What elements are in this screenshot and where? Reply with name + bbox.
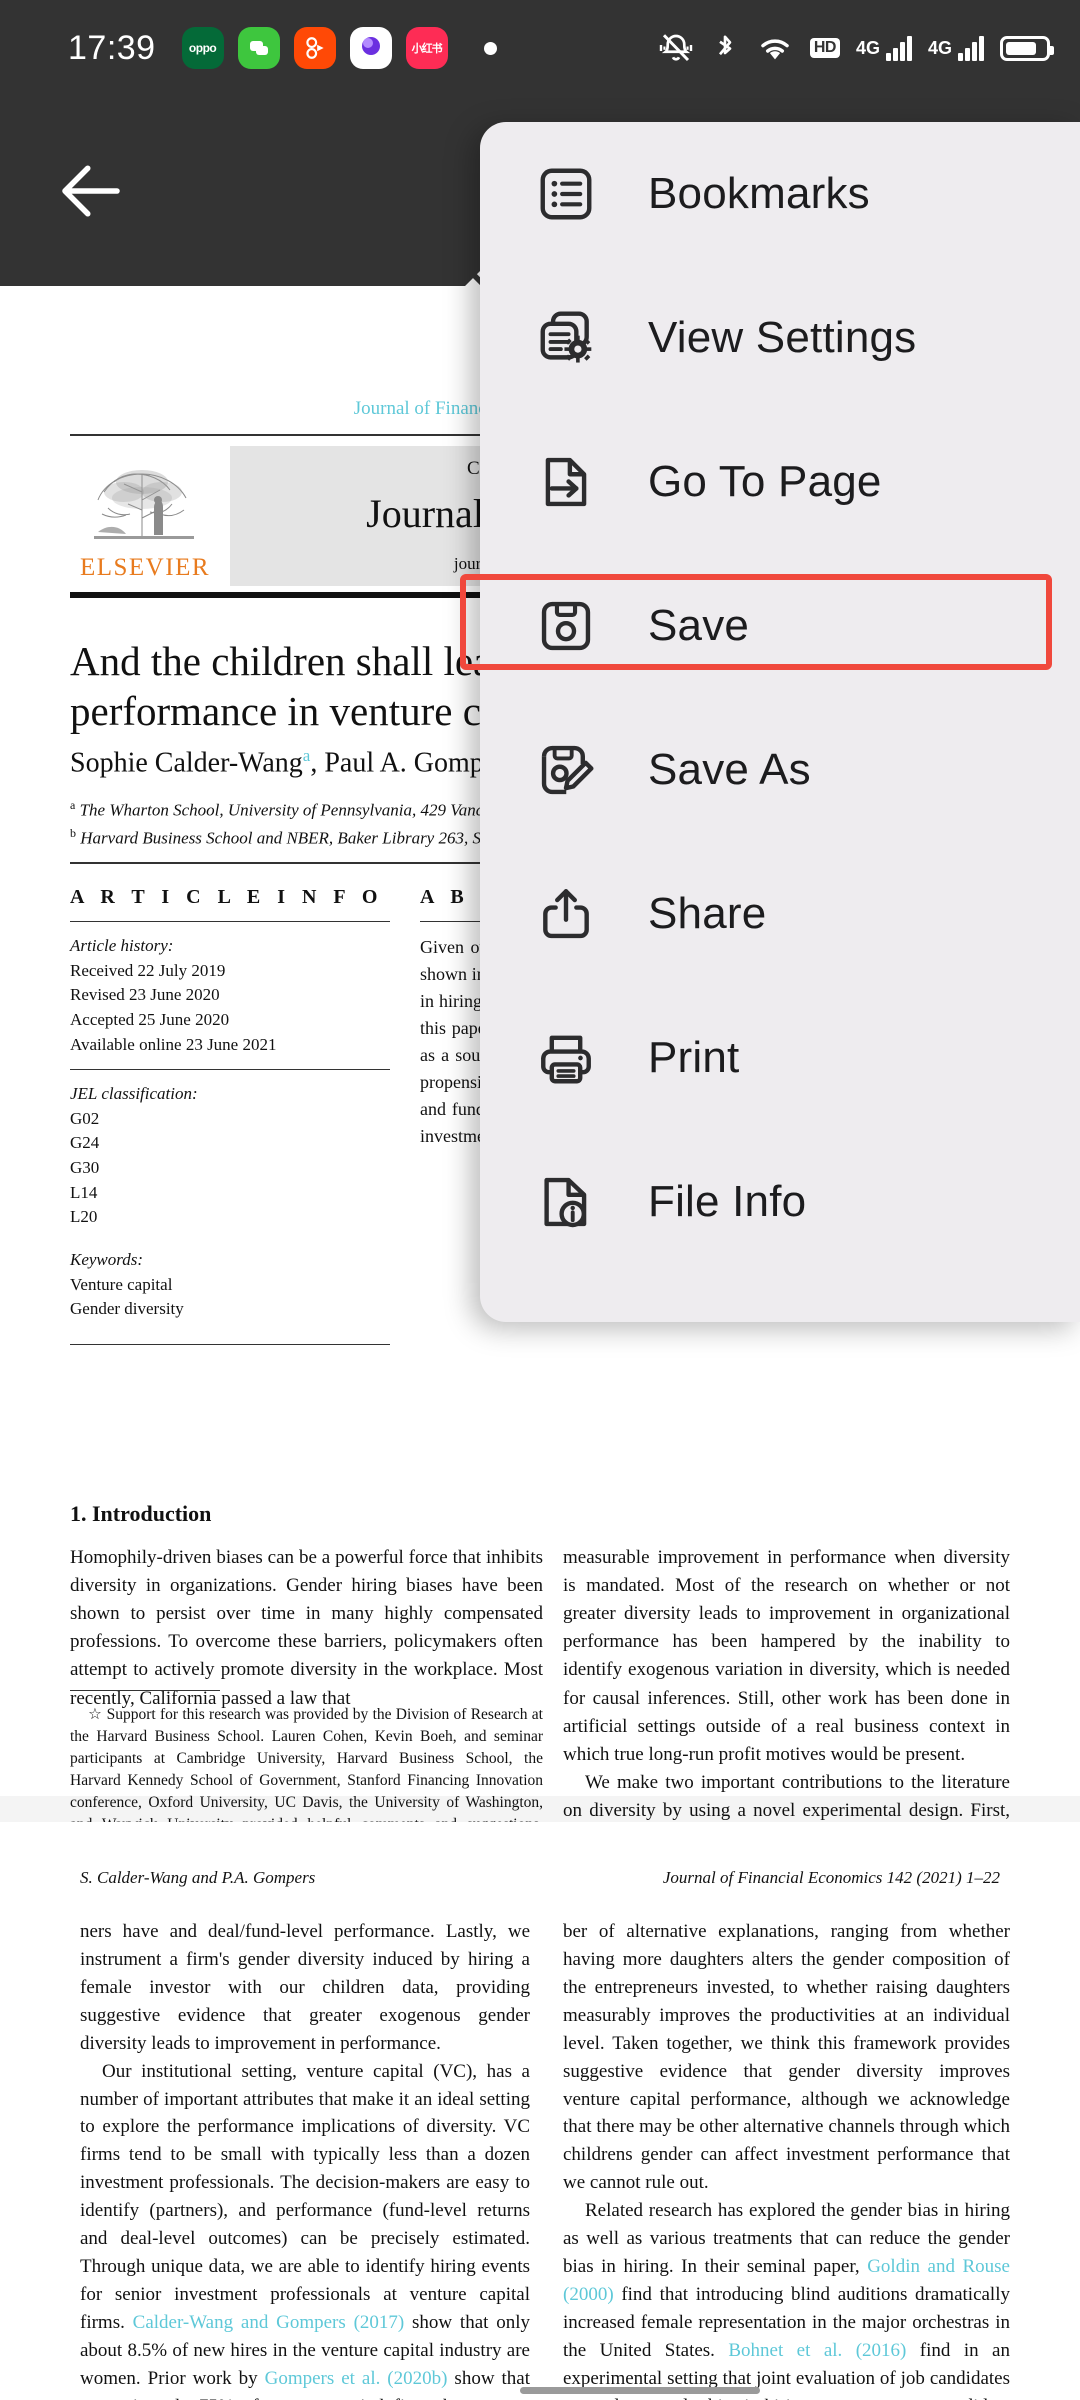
keywords-block: Keywords: Venture capital Gender diversi… [70, 1248, 390, 1322]
page2-left-p2: Our institutional setting, venture capit… [80, 2058, 530, 2400]
menu-item-print[interactable]: Print [480, 986, 1080, 1130]
citation-link-calder-wang-gompers-2017[interactable]: Calder-Wang and Gompers (2017) [133, 2312, 405, 2333]
xiaohongshu-app-icon-label: 小红书 [411, 43, 443, 55]
menu-item-save-as[interactable]: Save As [480, 698, 1080, 842]
jel-code-3: L14 [70, 1182, 98, 1202]
affiliation-b-marker: b [70, 826, 76, 840]
history-available: Available online 23 June 2021 [70, 1034, 277, 1054]
page2-right-p1: ber of alternative explanations, ranging… [563, 1921, 1010, 2194]
elsevier-logo: ELSEVIER [70, 446, 220, 586]
keywords-divider [70, 1343, 390, 1345]
author-1-name: Sophie Calder-Wang [70, 747, 303, 779]
hd-badge-icon: HD [809, 37, 840, 59]
page2-running-head-left: S. Calder-Wang and P.A. Gompers [80, 1868, 316, 1887]
page2-left-column: ners have and deal/fund-level performanc… [80, 1918, 530, 2400]
article-info-column: A R T I C L E I N F O Article history: R… [70, 886, 390, 1357]
introduction-heading: 1. Introduction [70, 1501, 212, 1526]
file-info-icon [532, 1168, 600, 1236]
status-bar-app-icons: oppo 小红书 [181, 27, 497, 69]
jel-label: JEL classification: [70, 1084, 198, 1104]
keywords-label: Keywords: [70, 1250, 144, 1270]
pdf-page-2: S. Calder-Wang and P.A. Gompers Journal … [0, 1822, 1080, 2400]
article-info-heading: A R T I C L E I N F O [70, 886, 384, 908]
signal-bars-icon-1 [885, 35, 912, 61]
article-info-divider [70, 921, 390, 922]
jel-divider [70, 1069, 390, 1071]
menu-item-file-info[interactable]: File Info [480, 1130, 1080, 1274]
silent-bell-icon [659, 34, 693, 62]
history-accepted: Accepted 25 June 2020 [70, 1009, 230, 1029]
bookmarks-list-icon [532, 160, 600, 228]
back-arrow-icon[interactable] [52, 152, 130, 230]
menu-item-file-info-label: File Info [648, 1177, 807, 1226]
page2-right-p2: Related research has explored the gender… [563, 2197, 1010, 2400]
view-settings-icon [532, 304, 600, 372]
jel-code-4: L20 [70, 1207, 98, 1227]
menu-item-save-label: Save [648, 601, 750, 650]
jel-code-2: G30 [70, 1158, 100, 1178]
page2-right-column: ber of alternative explanations, ranging… [563, 1918, 1010, 2400]
printer-icon [532, 1024, 600, 1092]
article-history-block: Article history: Received 22 July 2019 R… [70, 934, 390, 1057]
screen: 17:39 oppo 小红书 HD 4G 4G Journal of Finan… [0, 0, 1080, 2400]
signal-bars-icon-2 [958, 35, 984, 61]
share-upload-icon [532, 880, 600, 948]
jel-code-0: G02 [70, 1108, 100, 1128]
citation-link-gompers-2020b[interactable]: Gompers et al. (2020b) [265, 2368, 448, 2389]
wechat-app-icon [237, 27, 280, 69]
introduction-left-text: Homophily-driven biases can be a powerfu… [70, 1547, 543, 1709]
menu-item-view-settings[interactable]: View Settings [480, 266, 1080, 410]
menu-item-bookmarks[interactable]: Bookmarks [480, 122, 1080, 266]
history-received: Received 22 July 2019 [70, 960, 226, 980]
introduction-right-p1: measurable improvement in performance wh… [563, 1547, 1010, 1765]
menu-item-share[interactable]: Share [480, 842, 1080, 986]
menu-item-print-label: Print [648, 1033, 740, 1082]
save-as-icon [532, 736, 600, 804]
status-bar-clock: 17:39 [68, 28, 156, 67]
xiaohongshu-app-icon: 小红书 [405, 27, 448, 69]
horizontal-scrollbar[interactable] [520, 2387, 760, 2394]
article-history-label: Article history: [70, 936, 174, 955]
page2-left-p2-a: Our institutional setting, venture capit… [80, 2060, 530, 2333]
go-to-page-icon [532, 448, 600, 516]
save-floppy-icon [532, 592, 600, 660]
wifi-icon [761, 39, 789, 60]
elsevier-tree-icon [94, 470, 194, 539]
notification-dot-icon [483, 41, 497, 55]
citation-link-bohnet-2016[interactable]: Bohnet et al. (2016) [728, 2340, 906, 2361]
status-bar-system-icons: HD 4G 4G [658, 30, 1054, 66]
purple-app-icon [349, 27, 392, 69]
menu-item-view-settings-label: View Settings [648, 313, 917, 362]
jel-code-1: G24 [70, 1133, 100, 1153]
network-type-label-2: 4G [927, 37, 952, 58]
status-bar: 17:39 oppo 小红书 HD 4G 4G [0, 0, 1080, 96]
keyword-0: Venture capital [70, 1274, 173, 1294]
jel-block: JEL classification: G02 G24 G30 L14 L20 [70, 1082, 390, 1230]
kuaishou-app-icon [293, 27, 336, 69]
footnote-rule [70, 1690, 220, 1691]
page2-running-head-right: Journal of Financial Economics 142 (2021… [662, 1868, 1000, 1887]
menu-item-save[interactable]: Save [480, 554, 1080, 698]
menu-item-share-label: Share [648, 889, 767, 938]
oppo-app-icon: oppo [181, 27, 224, 69]
history-revised: Revised 23 June 2020 [70, 985, 220, 1005]
menu-item-bookmarks-label: Bookmarks [648, 169, 870, 218]
elsevier-wordmark: ELSEVIER [79, 554, 211, 581]
bluetooth-icon [718, 35, 732, 56]
page2-left-p1: ners have and deal/fund-level performanc… [80, 1921, 530, 2054]
menu-item-go-to-page[interactable]: Go To Page [480, 410, 1080, 554]
network-type-label-1: 4G [855, 37, 880, 58]
overflow-menu: Bookmarks View Settings Go To Page Save … [480, 122, 1080, 1322]
battery-icon [1000, 35, 1054, 61]
menu-item-go-to-page-label: Go To Page [648, 457, 882, 506]
menu-item-save-as-label: Save As [648, 745, 811, 794]
affiliation-a-marker: a [70, 798, 76, 812]
oppo-app-icon-label: oppo [188, 41, 217, 55]
keyword-1: Gender diversity [70, 1299, 184, 1319]
